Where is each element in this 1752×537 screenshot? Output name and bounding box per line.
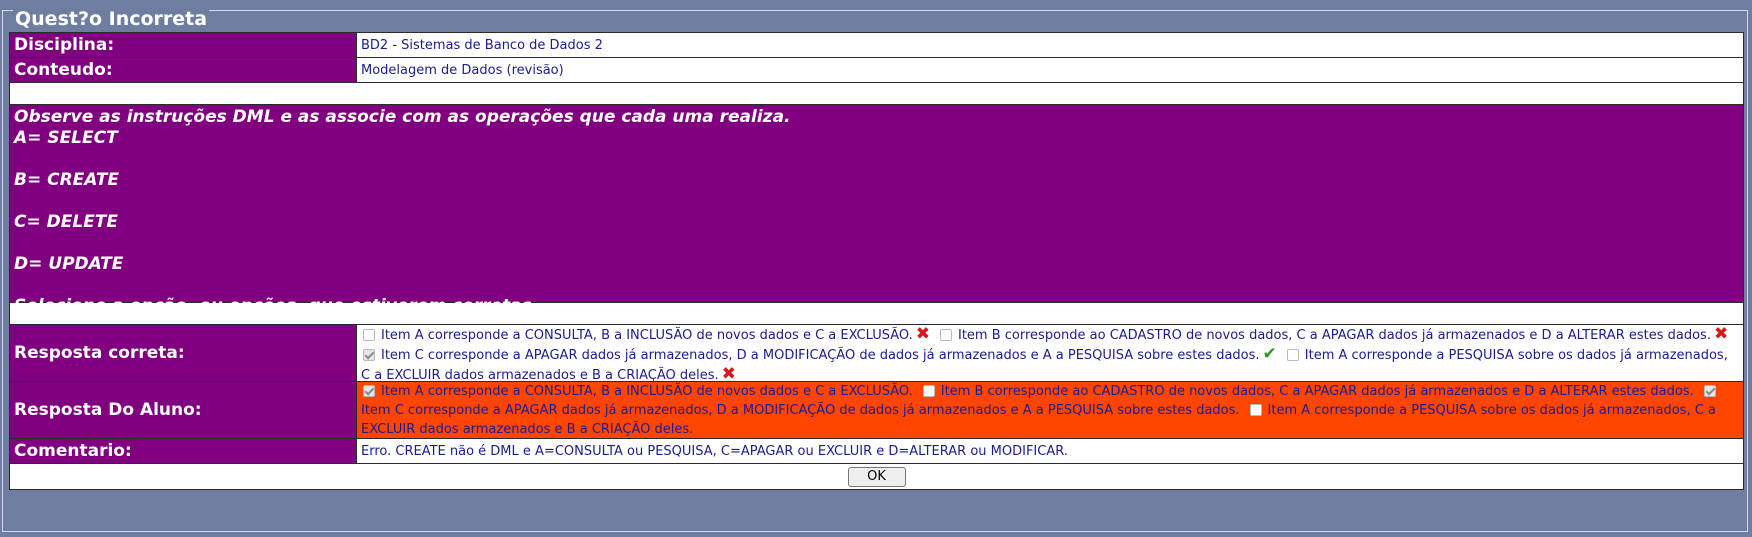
conteudo-label: Conteudo: bbox=[10, 58, 357, 82]
option-text: Item A corresponde a CONSULTA, B a INCLU… bbox=[381, 328, 913, 343]
question-line: A= SELECT bbox=[14, 128, 118, 148]
question-table: Disciplina: BD2 - Sistemas de Banco de D… bbox=[9, 32, 1744, 490]
question-line bbox=[14, 149, 1739, 170]
option-text: Item C corresponde a APAGAR dados já arm… bbox=[381, 348, 1260, 363]
disciplina-label: Disciplina: bbox=[10, 33, 357, 57]
check-mark-icon: ✔ bbox=[1262, 344, 1277, 364]
question-line bbox=[14, 275, 1739, 296]
answer-option: Item A corresponde a CONSULTA, B a INCLU… bbox=[361, 325, 930, 344]
question-line bbox=[14, 233, 1739, 254]
resposta-aluno-options: Item A corresponde a CONSULTA, B a INCLU… bbox=[357, 382, 1743, 438]
panel-title: Quest?o Incorreta bbox=[13, 8, 210, 30]
spacer-row-2 bbox=[9, 302, 1744, 324]
question-line: Observe as instruções DML e as associe c… bbox=[14, 107, 791, 127]
answer-option: Item B corresponde ao CADASTRO de novos … bbox=[921, 384, 1694, 399]
answer-option: Item B corresponde ao CADASTRO de novos … bbox=[938, 325, 1728, 344]
comentario-value: Erro. CREATE não é DML e A=CONSULTA ou P… bbox=[357, 439, 1743, 463]
option-checkbox[interactable] bbox=[940, 329, 952, 341]
option-checkbox[interactable] bbox=[1249, 404, 1262, 416]
comentario-label: Comentario: bbox=[10, 439, 357, 463]
conteudo-value: Modelagem de Dados (revisão) bbox=[357, 58, 1743, 82]
resposta-correta-row: Resposta correta: Item A corresponde a C… bbox=[9, 324, 1744, 384]
ok-button[interactable]: OK bbox=[847, 466, 906, 487]
resposta-correta-label: Resposta correta: bbox=[10, 325, 357, 381]
disciplina-row: Disciplina: BD2 - Sistemas de Banco de D… bbox=[9, 32, 1744, 57]
x-mark-icon: ✖ bbox=[1713, 324, 1729, 344]
spacer-row bbox=[9, 82, 1744, 104]
option-checkbox[interactable] bbox=[1286, 349, 1299, 361]
resposta-aluno-label: Resposta Do Aluno: bbox=[10, 382, 357, 438]
resposta-correta-options: Item A corresponde a CONSULTA, B a INCLU… bbox=[357, 325, 1743, 384]
option-checkbox[interactable] bbox=[922, 385, 935, 397]
question-text: Observe as instruções DML e as associe c… bbox=[10, 105, 1743, 316]
question-row: Observe as instruções DML e as associe c… bbox=[9, 104, 1744, 316]
question-line: B= CREATE bbox=[14, 170, 120, 190]
option-checkbox[interactable] bbox=[363, 385, 375, 397]
option-text: Item B corresponde ao CADASTRO de novos … bbox=[940, 384, 1694, 399]
question-line: D= UPDATE bbox=[14, 254, 124, 274]
conteudo-row: Conteudo: Modelagem de Dados (revisão) bbox=[9, 57, 1744, 82]
option-checkbox[interactable] bbox=[1703, 385, 1716, 397]
option-text: Item A corresponde a CONSULTA, B a INCLU… bbox=[381, 384, 913, 399]
answer-option: Item C corresponde a APAGAR dados já arm… bbox=[361, 345, 1277, 364]
question-line bbox=[14, 191, 1739, 212]
comentario-row: Comentario: Erro. CREATE não é DML e A=C… bbox=[9, 438, 1744, 463]
option-text: Item B corresponde ao CADASTRO de novos … bbox=[958, 328, 1711, 343]
ok-row: OK bbox=[9, 463, 1744, 490]
resposta-aluno-row: Resposta Do Aluno: Item A corresponde a … bbox=[9, 381, 1744, 438]
x-mark-icon: ✖ bbox=[721, 364, 736, 384]
question-line: C= DELETE bbox=[14, 212, 119, 232]
x-mark-icon: ✖ bbox=[915, 324, 930, 344]
answer-option: Item A corresponde a CONSULTA, B a INCLU… bbox=[361, 384, 913, 399]
option-checkbox[interactable] bbox=[363, 349, 375, 361]
option-text: Item C corresponde a APAGAR dados já arm… bbox=[361, 403, 1240, 418]
option-checkbox[interactable] bbox=[363, 329, 375, 341]
disciplina-value: BD2 - Sistemas de Banco de Dados 2 bbox=[357, 33, 1743, 57]
